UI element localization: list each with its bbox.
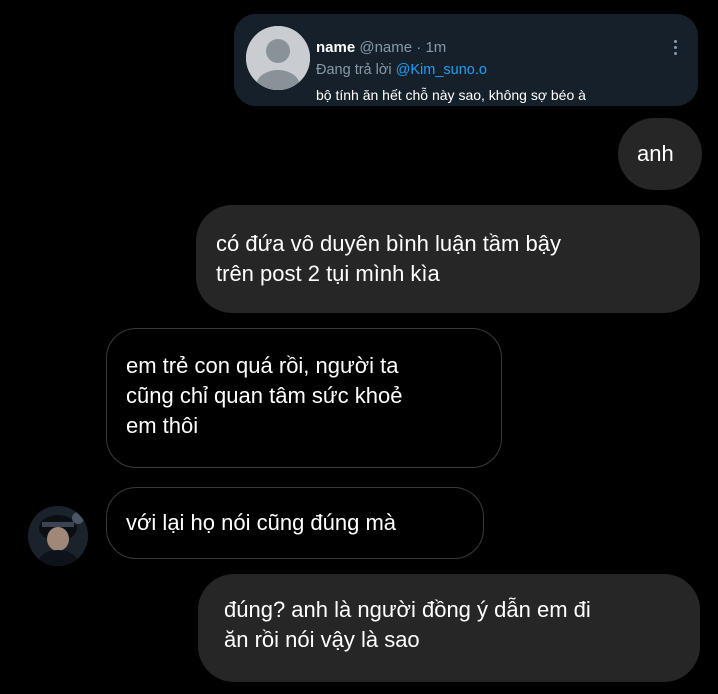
default-profile-icon[interactable]	[246, 26, 310, 90]
message-text: anh	[637, 141, 674, 166]
tweet-separator: ·	[412, 39, 426, 56]
quoted-tweet-card[interactable]: name @name · 1m Đang trả lời @Kim_suno.o…	[234, 14, 698, 106]
message-text: cũng chỉ quan tâm sức khoẻ	[126, 383, 403, 408]
tweet-author-name[interactable]: name	[316, 39, 355, 56]
message-text: ăn rồi nói vậy là sao	[224, 627, 420, 652]
reply-mention-link[interactable]: @Kim_suno.o	[396, 62, 487, 78]
message-text: em thôi	[126, 413, 199, 438]
incoming-message[interactable]: với lại họ nói cũng đúng mà	[106, 487, 484, 559]
tweet-reply-context: Đang trả lời @Kim_suno.o	[316, 61, 487, 79]
message-text: có đứa vô duyên bình luận tầm bậy	[216, 231, 561, 256]
tweet-author-handle[interactable]: @name	[359, 39, 412, 56]
sender-avatar[interactable]	[28, 506, 88, 566]
message-text: trên post 2 tụi mình kìa	[216, 261, 440, 286]
message-text: đúng? anh là người đồng ý dẫn em đi	[224, 597, 591, 622]
outgoing-message[interactable]: có đứa vô duyên bình luận tầm bậy trên p…	[196, 205, 700, 313]
tweet-text: bộ tính ăn hết chỗ này sao, không sợ béo…	[316, 87, 586, 103]
more-vertical-icon[interactable]	[674, 40, 678, 56]
message-text: em trẻ con quá rồi, người ta	[126, 353, 399, 378]
reply-prefix: Đang trả lời	[316, 62, 396, 78]
incoming-message[interactable]: em trẻ con quá rồi, người ta cũng chỉ qu…	[106, 328, 502, 468]
message-text: với lại họ nói cũng đúng mà	[126, 510, 397, 535]
tweet-header: name @name · 1m	[316, 39, 446, 57]
tweet-time: 1m	[425, 39, 447, 56]
outgoing-message[interactable]: anh	[618, 118, 702, 190]
outgoing-message[interactable]: đúng? anh là người đồng ý dẫn em đi ăn r…	[198, 574, 700, 682]
